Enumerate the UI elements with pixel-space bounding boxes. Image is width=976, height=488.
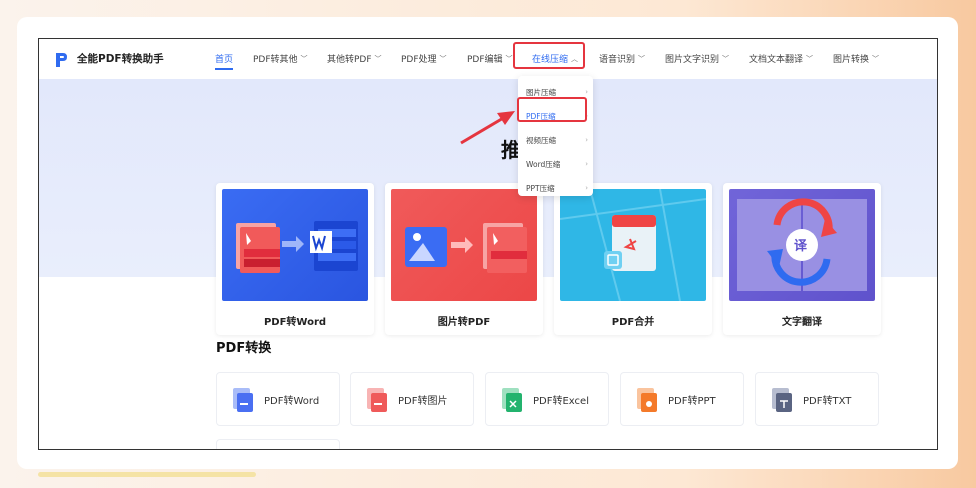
logo-icon [56,53,67,67]
tool-label: PDF转TXT [803,396,852,407]
tool-label: PDF转Word [264,396,320,407]
nav-pdf-process[interactable]: PDF处理 ﹀ [401,52,447,66]
decorative-bar [38,472,256,477]
chevron-right-icon: › [585,136,588,144]
chevron-down-icon: ﹀ [872,54,880,63]
card-label: PDF转Word [263,317,327,328]
chevron-down-icon: ﹀ [638,54,646,63]
nav-image-ocr[interactable]: 图片文字识别 ﹀ [665,52,730,66]
pdf-merge-illustration-icon [560,189,706,301]
card-image-pdf-to-word [222,189,368,301]
card-label: 图片转PDF [437,317,491,328]
chevron-down-icon: ﹀ [505,54,513,63]
chevron-down-icon: ﹀ [300,54,308,63]
card-pdf-merge[interactable]: PDF合并 [554,183,712,335]
highlight-box-nav [513,42,585,69]
image-to-pdf-illustration-icon [405,223,527,273]
pdf-ppt-file-icon [637,388,657,412]
top-nav: 全能PDF转换助手 首页 PDF转其他 ﹀ 其他转PDF ﹀ PDF处理 ﹀ PDF编… [39,39,937,79]
chevron-down-icon: ﹀ [722,54,730,63]
card-image-text-translate: 译 [729,189,875,301]
pdf-excel-file-icon [502,388,522,412]
pointer-arrow-icon [460,111,515,145]
compress-dropdown: 图片压缩 › PDF压缩 › 视频压缩 › Word压缩 › PPT压缩 › [518,76,593,196]
chevron-down-icon: ﹀ [806,54,814,63]
dropdown-item-ppt-compress[interactable]: PPT压缩 › [518,176,593,200]
chevron-right-icon: › [585,184,588,192]
chevron-right-icon: › [585,160,588,168]
nav-pdf-edit[interactable]: PDF编辑 ﹀ [467,52,513,66]
section-title-pdf-convert: PDF转换 [216,341,272,356]
tool-pdf-to-ppt[interactable]: PDF转PPT [620,372,744,426]
tool-tile-partial[interactable] [216,439,340,449]
card-label: 文字翻译 [782,317,822,328]
chevron-down-icon: ﹀ [374,54,382,63]
card-image-pdf-merge [560,189,706,301]
nav-home[interactable]: 首页 [215,52,234,70]
nav-image-convert[interactable]: 图片转换 ﹀ [833,52,880,66]
card-image-image-to-pdf [391,189,537,301]
pdf-to-word-illustration-icon [236,221,358,273]
tool-pdf-to-txt[interactable]: PDF转TXT [755,372,879,426]
tool-label: PDF转Excel [533,396,589,407]
translate-glyph: 译 [794,239,808,254]
pdf-image-file-icon [367,388,387,412]
chevron-down-icon: ﹀ [439,54,447,63]
card-image-to-pdf[interactable]: 图片转PDF [385,183,543,335]
tool-label: PDF转PPT [668,396,716,407]
pdf-word-file-icon [233,388,253,412]
nav-speech-recognition[interactable]: 语音识别 ﹀ [599,52,646,66]
pdf-txt-file-icon [772,388,792,412]
card-label: PDF合并 [611,317,655,328]
card-pdf-to-word[interactable]: PDF转Word [216,183,374,335]
chevron-right-icon: › [585,88,588,96]
nav-doc-translate[interactable]: 文档文本翻译 ﹀ [749,52,814,66]
tool-pdf-to-image[interactable]: PDF转图片 [350,372,474,426]
dropdown-item-video-compress[interactable]: 视频压缩 › [518,128,593,152]
card-text-translate[interactable]: 译 文字翻译 [723,183,881,335]
nav-pdf-to-other[interactable]: PDF转其他 ﹀ [253,52,308,66]
tool-pdf-to-word[interactable]: PDF转Word [216,372,340,426]
brand-name[interactable]: 全能PDF转换助手 [77,51,164,66]
tool-pdf-to-excel[interactable]: PDF转Excel [485,372,609,426]
dropdown-item-word-compress[interactable]: Word压缩 › [518,152,593,176]
nav-other-to-pdf[interactable]: 其他转PDF ﹀ [327,52,382,66]
highlight-box-dropdown [517,97,587,122]
tool-label: PDF转图片 [398,396,448,407]
browser-window: 全能PDF转换助手 首页 PDF转其他 ﹀ 其他转PDF ﹀ PDF处理 ﹀ PDF编… [38,38,938,450]
